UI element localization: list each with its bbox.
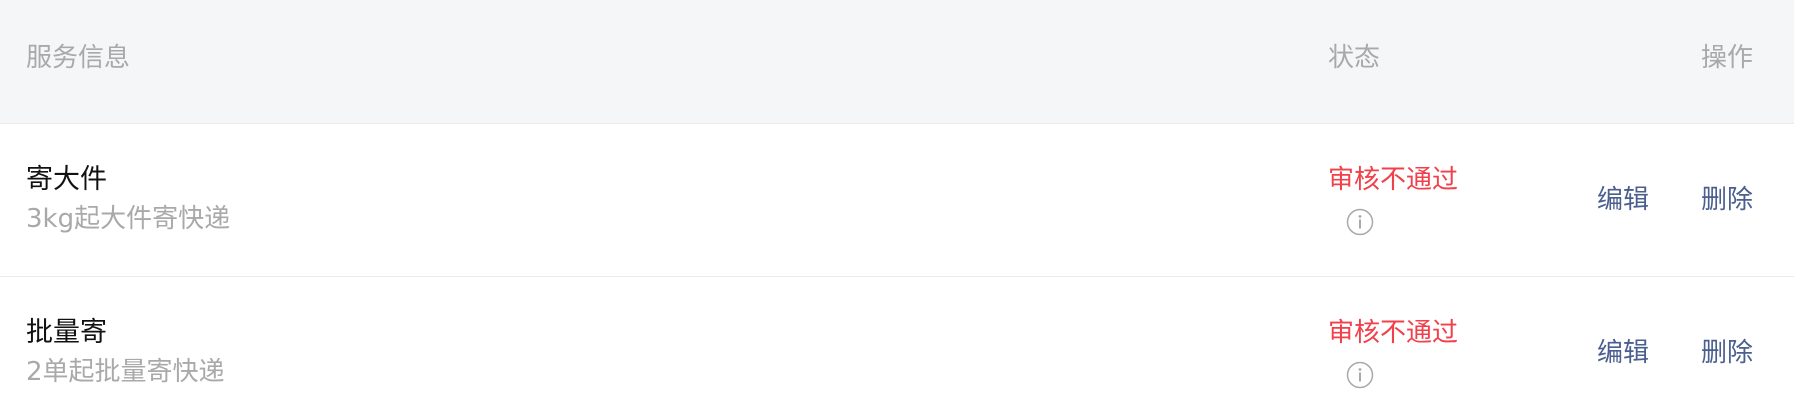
info-icon[interactable] [1346, 208, 1374, 236]
status-badge: 审核不通过 [1328, 165, 1459, 195]
status-badge: 审核不通过 [1328, 318, 1459, 348]
table-row: 批量寄 2单起批量寄快递 审核不通过 编辑 删除 [0, 277, 1794, 414]
column-header-status: 状态 [1328, 43, 1381, 73]
edit-button[interactable]: 编辑 [1597, 335, 1649, 371]
column-header-service-info: 服务信息 [26, 43, 131, 73]
delete-button[interactable]: 删除 [1701, 335, 1753, 371]
column-header-actions: 操作 [1701, 43, 1754, 73]
table-row: 寄大件 3kg起大件寄快递 审核不通过 编辑 删除 [0, 124, 1794, 277]
service-title: 寄大件 [26, 164, 107, 195]
delete-button[interactable]: 删除 [1701, 182, 1753, 218]
edit-button[interactable]: 编辑 [1597, 182, 1649, 218]
service-description: 3kg起大件寄快递 [26, 204, 231, 234]
info-icon[interactable] [1346, 361, 1374, 389]
table-header: 服务信息 状态 操作 [0, 0, 1794, 124]
service-title: 批量寄 [26, 317, 107, 348]
service-table: 服务信息 状态 操作 寄大件 3kg起大件寄快递 审核不通过 编辑 删除 批量寄… [0, 0, 1794, 414]
service-description: 2单起批量寄快递 [26, 357, 225, 387]
